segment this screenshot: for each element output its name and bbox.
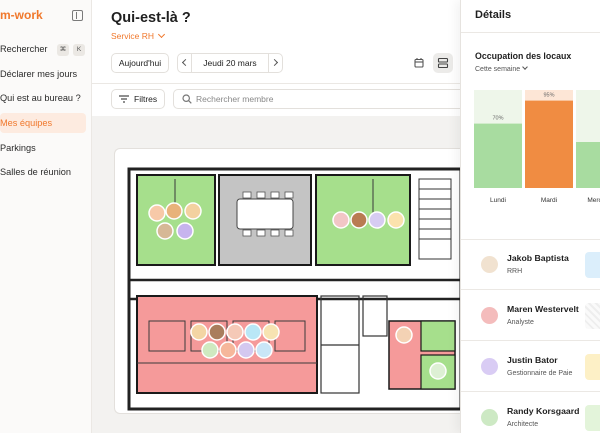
bar-category-label: Mardi — [541, 197, 557, 204]
avatar — [481, 307, 498, 324]
person-name: Randy Korsgaard — [507, 406, 580, 416]
person-role: Analyste — [507, 319, 534, 326]
bar-lundi[interactable] — [474, 123, 522, 188]
status-tag — [585, 405, 600, 431]
next-day-button[interactable] — [268, 54, 282, 72]
person-role: Architecte — [507, 421, 539, 428]
calendar-view-button[interactable] — [409, 53, 429, 73]
sidebar-item-salles[interactable]: Salles de réunion — [0, 162, 86, 182]
shortcut-hint: ⌘ K — [53, 39, 85, 59]
details-title: Détails — [475, 9, 512, 21]
person-row-maren[interactable]: Maren Westervelt Analyste — [461, 291, 600, 341]
period-label: Cette semaine — [475, 66, 521, 73]
chevron-left-icon — [181, 58, 190, 67]
bar-value-label: 70% — [492, 116, 503, 122]
sidebar-item-label: Mes équipes — [0, 118, 53, 128]
sidebar-item-label: Salles de réunion — [0, 167, 71, 177]
sidebar-item-rechercher[interactable]: Rechercher ⌘ K — [0, 39, 86, 59]
search-icon — [182, 94, 192, 104]
floor-plan — [114, 148, 460, 414]
bar-value-label: 95% — [543, 93, 554, 99]
person-row-jakob[interactable]: Jakob Baptista RRH — [461, 240, 600, 290]
status-tag — [585, 354, 600, 380]
person-role: RRH — [507, 268, 523, 275]
sidebar-collapse-icon[interactable] — [72, 10, 83, 21]
toolbar-divider — [92, 83, 460, 84]
main-content: Qui-est-là ? Service RH Aujourd'hui Jeud… — [92, 0, 460, 433]
avatar — [481, 358, 498, 375]
app-window: m-work Rechercher ⌘ K Déclarer mes jours … — [0, 0, 600, 433]
details-panel: Détails Occupation des locaux Cette sema… — [460, 0, 600, 433]
person-row-randy[interactable]: Randy Korsgaard Architecte — [461, 393, 600, 433]
sidebar-item-label: Parkings — [0, 143, 36, 153]
floor-plan-drawing — [127, 167, 460, 411]
status-tag — [585, 303, 600, 329]
status-tag — [585, 252, 600, 278]
filter-icon — [119, 95, 129, 103]
sidebar-item-label: Déclarer mes jours — [0, 69, 78, 79]
filters-button[interactable]: Filtres — [111, 89, 165, 109]
occupation-chart: 70% Lundi 95% Mardi Mercredi — [474, 90, 600, 204]
sidebar-item-declarer[interactable]: Déclarer mes jours — [0, 64, 86, 84]
today-button[interactable]: Aujourd'hui — [111, 53, 169, 73]
person-name: Jakob Baptista — [507, 253, 569, 263]
search-placeholder: Rechercher membre — [196, 94, 274, 104]
person-role: Gestionnaire de Paie — [507, 370, 573, 377]
layout-rows-icon — [437, 57, 449, 69]
calendar-icon — [414, 58, 424, 68]
member-search-input[interactable]: Rechercher membre — [173, 89, 460, 109]
sidebar-item-mes-equipes[interactable]: Mes équipes — [0, 113, 86, 133]
period-selector[interactable]: Cette semaine — [475, 64, 528, 73]
person-name: Maren Westervelt — [507, 304, 579, 314]
bar-mercredi[interactable] — [576, 142, 600, 188]
previous-day-button[interactable] — [178, 54, 192, 72]
avatar — [481, 409, 498, 426]
chevron-down-icon — [522, 64, 528, 70]
page-title: Qui-est-là ? — [111, 10, 191, 26]
details-divider — [461, 32, 600, 33]
current-date: Jeudi 20 mars — [203, 58, 257, 68]
map-view-button[interactable] — [433, 53, 453, 73]
sidebar-item-parkings[interactable]: Parkings — [0, 138, 86, 158]
k-key: K — [73, 43, 85, 56]
filters-label: Filtres — [134, 94, 158, 104]
date-navigator: Jeudi 20 mars — [177, 53, 283, 73]
sidebar-item-label: Rechercher — [0, 44, 48, 54]
avatar — [481, 256, 498, 273]
chevron-right-icon — [270, 58, 279, 67]
brand-logo: m-work — [0, 8, 43, 22]
bar-category-label: Lundi — [490, 197, 506, 204]
occupation-title: Occupation des locaux — [475, 51, 572, 61]
room-green-1[interactable] — [136, 174, 216, 266]
room-green-3[interactable] — [420, 320, 456, 352]
person-name: Justin Bator — [507, 355, 558, 365]
sidebar: m-work Rechercher ⌘ K Déclarer mes jours … — [0, 0, 92, 433]
chevron-down-icon — [157, 30, 166, 39]
service-label: Service RH — [111, 31, 154, 41]
service-selector[interactable]: Service RH — [111, 30, 166, 41]
command-key-icon: ⌘ — [57, 43, 69, 56]
person-row-justin[interactable]: Justin Bator Gestionnaire de Paie — [461, 342, 600, 392]
bar-category-label: Mercredi — [587, 197, 600, 204]
sidebar-item-label: Qui est au bureau ? — [0, 93, 81, 103]
bar-mardi[interactable] — [525, 100, 573, 188]
sidebar-item-qui-bureau[interactable]: Qui est au bureau ? — [0, 88, 86, 108]
